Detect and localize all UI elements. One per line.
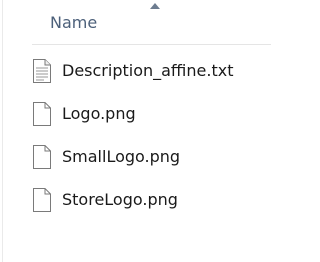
file-row[interactable]: SmallLogo.png (28, 138, 271, 180)
file-icon (33, 145, 51, 169)
file-row[interactable]: Description_affine.txt (28, 52, 271, 94)
text-file-icon (33, 59, 51, 83)
file-name: Logo.png (62, 104, 136, 123)
file-icon (33, 188, 51, 212)
file-explorer-pane: Name Description_affine.txt Logo.png Sma… (0, 0, 271, 262)
pane-divider (2, 0, 3, 262)
column-header-name[interactable]: Name (32, 0, 271, 45)
file-name: SmallLogo.png (62, 147, 181, 166)
file-name: Description_affine.txt (62, 61, 234, 80)
file-row[interactable]: Logo.png (28, 95, 271, 137)
file-name: StoreLogo.png (62, 190, 178, 209)
file-icon (33, 102, 51, 126)
file-row[interactable]: StoreLogo.png (28, 181, 271, 223)
column-header-label: Name (50, 13, 98, 32)
sort-ascending-icon (150, 3, 160, 9)
